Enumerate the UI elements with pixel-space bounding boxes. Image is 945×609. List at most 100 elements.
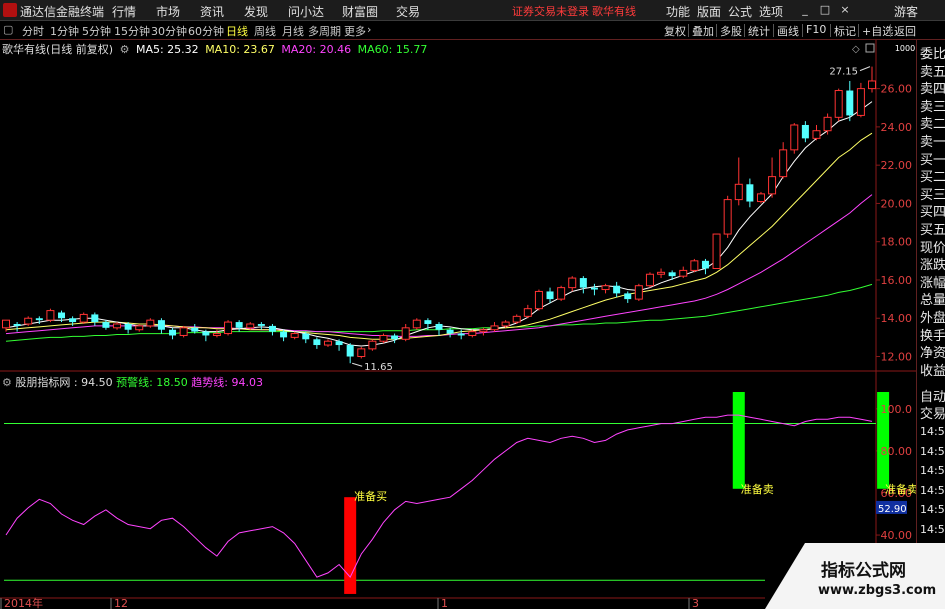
candle xyxy=(313,337,321,349)
ma10-line xyxy=(5,132,873,340)
candle-body xyxy=(746,184,754,202)
candle xyxy=(424,318,432,330)
xaxis-label: 1 xyxy=(441,597,448,609)
candle xyxy=(768,157,777,198)
candle xyxy=(146,318,155,328)
candle xyxy=(557,285,566,302)
candle-body xyxy=(601,285,610,291)
candle-body xyxy=(146,319,155,327)
watermark: 指标公式网 www.zbgs3.com xyxy=(765,543,945,609)
candle xyxy=(179,325,188,338)
candle-body xyxy=(13,323,21,326)
candle-body xyxy=(113,323,122,329)
candle-body xyxy=(634,285,643,300)
candle-body xyxy=(2,319,10,329)
candle xyxy=(79,312,88,324)
candle-body xyxy=(801,124,809,139)
candle-body xyxy=(846,90,854,116)
candle-body xyxy=(490,325,499,331)
candle xyxy=(224,320,233,336)
quote-item: 总量 xyxy=(920,293,945,309)
candle-body xyxy=(534,290,543,310)
quote-item: 现价 xyxy=(920,240,945,256)
candle-body xyxy=(202,331,210,336)
ytick-label: 22.00 xyxy=(881,159,913,172)
candle-body xyxy=(424,320,432,324)
indicator-info-line: ⚙ 股朋指标网 : 94.50 预警线: 18.50 趋势线: 94.03 xyxy=(2,374,263,389)
candle xyxy=(91,312,99,326)
candle xyxy=(801,121,809,143)
candle xyxy=(534,289,543,311)
low-arrow xyxy=(352,362,363,367)
kline-chart[interactable]: 2014年 12 1 3 26.00 24.00 22.00 20.00 18.00 16.00 1… xyxy=(0,0,945,609)
quote-item: 买一 xyxy=(920,152,945,168)
candle-body xyxy=(468,331,477,336)
candle xyxy=(613,281,621,298)
quote-item: 涨幅 xyxy=(920,275,945,291)
candle-body xyxy=(290,333,299,338)
candle-body xyxy=(179,327,188,336)
candle-body xyxy=(613,285,621,294)
ma5-label: MA5: 25.32 xyxy=(135,43,199,56)
candle xyxy=(357,346,366,359)
candle xyxy=(590,283,598,296)
candle-body xyxy=(91,314,99,323)
candle-body xyxy=(379,334,388,342)
indicator-gear-icon[interactable]: ⚙ xyxy=(2,376,12,389)
candle xyxy=(579,276,587,294)
candle-body xyxy=(734,183,743,201)
candle-body xyxy=(790,124,799,151)
candle-body xyxy=(546,291,554,300)
indicator-value-trend: 趋势线: 94.03 xyxy=(191,376,263,389)
candle-body xyxy=(712,233,721,269)
candle-body xyxy=(302,333,310,340)
candle-body xyxy=(313,339,321,346)
candle xyxy=(490,322,499,332)
candle xyxy=(834,88,843,122)
candle xyxy=(391,333,399,344)
current-value-label: 52.90 xyxy=(878,504,907,515)
xaxis-label: 2014年 xyxy=(4,596,43,609)
candle xyxy=(790,123,799,154)
watermark-url: www.zbgs3.com xyxy=(818,583,937,598)
candle xyxy=(756,191,765,204)
candle xyxy=(435,322,443,336)
candle xyxy=(701,258,709,275)
indicator-value-warn: 预警线: 18.50 xyxy=(116,376,188,389)
quote-item: 换手 xyxy=(920,328,945,344)
tick-time: 14:56 xyxy=(920,425,945,438)
candle xyxy=(856,82,865,118)
quote-item: 卖五 xyxy=(920,64,945,80)
candle-body xyxy=(590,287,598,290)
candle xyxy=(46,308,55,323)
sub-ytick-label: 80.00 xyxy=(881,445,913,458)
candle-body xyxy=(645,273,654,287)
candle xyxy=(24,316,33,326)
candle-body xyxy=(868,80,876,90)
quote-side-panel: 委比 卖五 卖四 卖三 卖二 卖一 买一 买二 买三 买四 买五 现价 涨跌 涨幅 总量 外盘 换手 净资 收益 自动… xyxy=(916,40,945,609)
ytick-label: 12.00 xyxy=(881,351,913,364)
candle-body xyxy=(679,269,688,277)
ytick-label: 16.00 xyxy=(881,274,913,287)
candle-body xyxy=(523,308,532,317)
top-right-label: 1000 xyxy=(895,44,915,53)
ma20-label: MA20: 20.46 xyxy=(281,43,352,56)
quote-item: 外盘 xyxy=(920,311,945,326)
candle xyxy=(624,291,632,303)
candle xyxy=(323,339,332,347)
candle xyxy=(679,266,688,279)
low-price-label: 11.65 xyxy=(364,362,393,373)
settings-gear-icon[interactable]: ⚙ xyxy=(120,43,130,56)
quote-item[interactable]: 交易 xyxy=(920,403,945,422)
candle xyxy=(401,323,410,342)
quote-item: 卖四 xyxy=(920,82,945,98)
candle xyxy=(13,322,21,332)
candle xyxy=(523,304,532,319)
quote-item: 卖二 xyxy=(920,117,945,133)
candle-body xyxy=(79,313,88,323)
candle-body xyxy=(124,323,132,330)
high-arrow xyxy=(859,66,871,72)
candle-body xyxy=(501,321,510,327)
quote-item: 收益 xyxy=(920,363,945,379)
diamond-icon: ◇ xyxy=(852,44,860,55)
